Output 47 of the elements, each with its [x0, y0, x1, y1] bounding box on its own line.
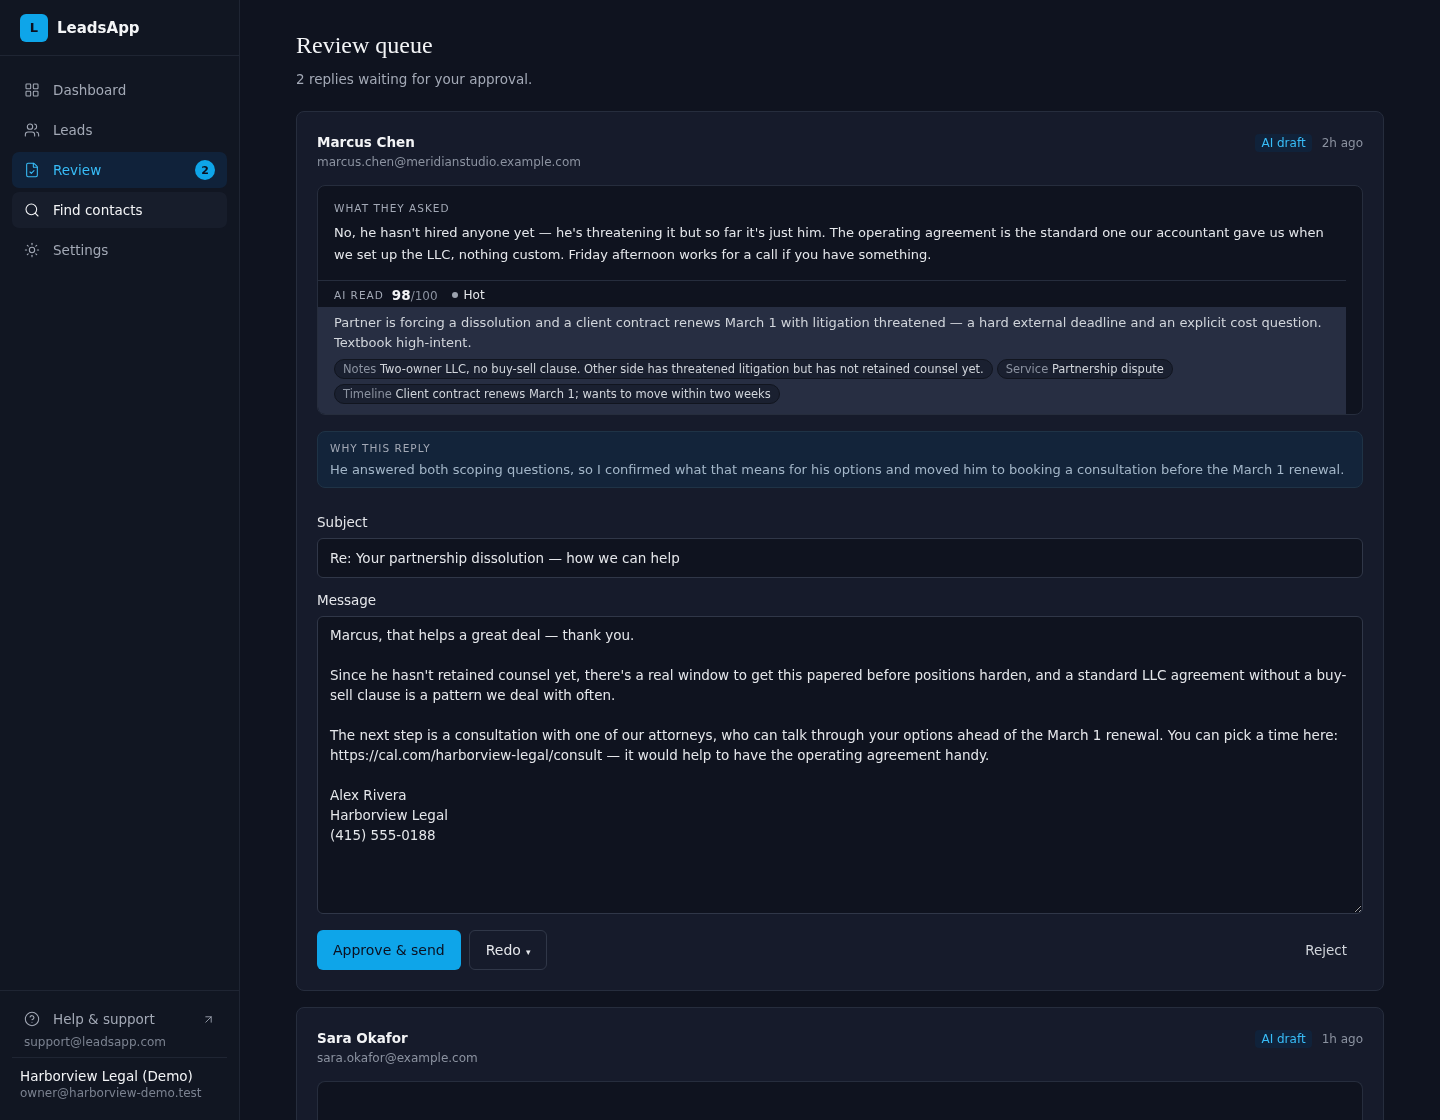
status-dot-icon: [451, 292, 458, 298]
question-text: No, he hasn't hired anyone yet — he's threatening it but so far it's just him. The operating agreement is the standard one our accountant gave us when we set up the LLC, nothing custom. Friday afternoon works for a call if you have something.: [334, 224, 1325, 264]
nav-item[interactable]: Dashboard: [12, 72, 227, 108]
message-field[interactable]: Marcus, that helps a great deal — thank you. Since he hasn't retained counsel yet, there's a real window to get this papered before positions harden, and a standard LLC agreement without a buy-sell clause is a pattern we deal with often. The next step is a consultation with one of our attorneys, who can talk through your options ahead of the March 1 renewal. You can pick a time here: https://cal.com/harborview-legal/consult — it would help to have the operating agreement handy. Alex Rivera Harborview Legal (415) 555-0188: [317, 616, 1363, 914]
section-label: WHAT THEY ASKED: [334, 202, 451, 214]
lead-name: Marcus Chen: [317, 134, 416, 150]
page-subtitle: 2 replies waiting for your approval.: [296, 71, 534, 87]
app-name: LeadsApp: [57, 18, 140, 37]
grid-icon: [24, 82, 40, 98]
users-icon: [24, 122, 40, 138]
nav-item[interactable]: Leads: [12, 112, 227, 148]
settings-icon: [24, 242, 40, 258]
info-tag: Timeline Client contract renews March 1; wants to move within two weeks: [334, 384, 780, 404]
support-email: support@leadsapp.com: [23, 1034, 168, 1051]
approve-button[interactable]: Approve & send: [317, 930, 461, 970]
info-tag: Notes Two-owner LLC, no buy-sell clause. Other side has threatened litigation but has not retained counsel yet.: [334, 359, 993, 379]
section-label: WHY THIS REPLY: [330, 442, 432, 454]
field-label: Message: [317, 592, 378, 608]
ai-draft-badge: AI draft: [1255, 134, 1312, 152]
ai-summary: Partner is forcing a dissolution and a client contract renews March 1 with litigation threatened — a hard external deadline and an explicit cost question. Textbook high-intent.: [334, 314, 1323, 352]
field-label: Subject: [317, 514, 369, 530]
account-email: owner@harborview-demo.test: [20, 1086, 203, 1100]
time-ago: 1h ago: [1321, 1032, 1363, 1046]
ai-draft-badge: AI draft: [1255, 1030, 1312, 1048]
document-check-icon: [24, 162, 40, 178]
section-label: AI READ: [334, 289, 384, 301]
time-ago: 2h ago: [1321, 136, 1363, 150]
lead-score: 98/100: [391, 287, 438, 303]
search-icon: [24, 202, 40, 218]
help-link[interactable]: Help & support: [12, 1007, 227, 1031]
redo-button[interactable]: Redo ▾: [468, 930, 548, 970]
nav-item[interactable]: Settings: [12, 232, 227, 268]
temperature-label: Hot: [451, 288, 485, 302]
subject-field[interactable]: Re: Your partnership dissolution — how we can help: [317, 538, 1363, 578]
account-name: Harborview Legal (Demo): [20, 1068, 194, 1084]
lead-name: Sara Okafor: [317, 1030, 409, 1046]
nav-item[interactable]: Review 2: [12, 152, 227, 188]
reject-button[interactable]: Reject: [1289, 930, 1363, 970]
page-title: Review queue: [296, 32, 434, 59]
lead-email: sara.okafor@example.com: [317, 1051, 478, 1065]
lead-email: marcus.chen@meridianstudio.example.com: [317, 155, 581, 169]
info-tag: Service Partnership dispute: [996, 359, 1173, 379]
why-text: He answered both scoping questions, so I confirmed what that means for his options and moved him to booking a consultation before the March 1 renewal.: [330, 462, 1346, 477]
help-icon: [24, 1011, 40, 1027]
app-logo: L: [20, 13, 48, 42]
count-badge: 2: [195, 160, 215, 180]
nav-item[interactable]: Find contacts: [12, 192, 227, 228]
